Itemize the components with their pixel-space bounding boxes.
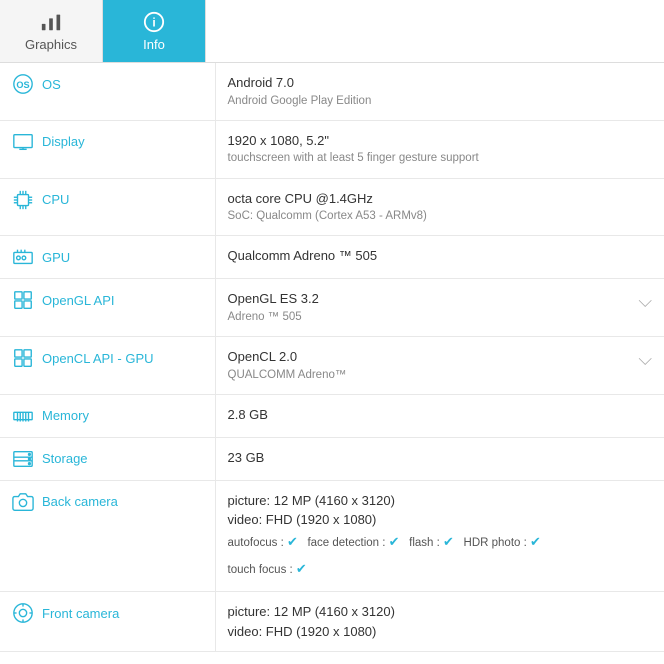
table-row: OpenGL API OpenGL ES 3.2 Adreno ™ 505 ⌵ (0, 279, 664, 337)
svg-text:i: i (152, 15, 155, 29)
opengl-chevron-icon[interactable]: ⌵ (638, 291, 652, 312)
table-row: CPU octa core CPU @1.4GHz SoC: Qualcomm … (0, 178, 664, 236)
memory-label: Memory (12, 405, 203, 427)
memory-label-text: Memory (42, 408, 89, 423)
front-camera-value-main: picture: 12 MP (4160 x 3120) (228, 602, 653, 622)
back-camera-label: Back camera (12, 491, 203, 513)
opencl-label-text: OpenCL API - GPU (42, 351, 154, 366)
back-camera-features-line2: touch focus : ✔ (228, 557, 653, 581)
tab-info[interactable]: i Info (103, 0, 206, 62)
os-label-text: OS (42, 77, 61, 92)
storage-label: Storage (12, 448, 203, 470)
back-camera-value-main: picture: 12 MP (4160 x 3120) (228, 491, 653, 511)
table-row: OpenCL API - GPU OpenCL 2.0 QUALCOMM Adr… (0, 337, 664, 395)
gpu-label: GPU (12, 246, 203, 268)
opencl-icon (12, 347, 34, 369)
cpu-label-text: CPU (42, 192, 69, 207)
tab-graphics-label: Graphics (25, 37, 77, 52)
tab-graphics[interactable]: Graphics (0, 0, 103, 62)
front-camera-label: Front camera (12, 602, 203, 624)
display-value-main: 1920 x 1080, 5.2" (228, 131, 653, 151)
gpu-icon (12, 246, 34, 268)
storage-label-text: Storage (42, 451, 88, 466)
memory-value-main: 2.8 GB (228, 405, 653, 425)
flash-check: ✔ (443, 534, 454, 549)
os-value-sub: Android Google Play Edition (228, 93, 653, 110)
cpu-icon (12, 189, 34, 211)
table-row: GPU Qualcomm Adreno ™ 505 (0, 236, 664, 279)
opengl-value-sub: Adreno ™ 505 (228, 309, 319, 326)
cpu-label: CPU (12, 189, 203, 211)
os-label: OS OS (12, 73, 203, 95)
display-value-sub: touchscreen with at least 5 finger gestu… (228, 150, 653, 167)
tab-info-label: Info (143, 37, 165, 52)
opencl-label: OpenCL API - GPU (12, 347, 203, 369)
gpu-label-text: GPU (42, 250, 70, 265)
table-row: Memory 2.8 GB (0, 394, 664, 437)
display-icon (12, 131, 34, 153)
opengl-label-text: OpenGL API (42, 293, 115, 308)
front-camera-video: video: FHD (1920 x 1080) (228, 622, 653, 642)
table-row: OS OS Android 7.0 Android Google Play Ed… (0, 63, 664, 120)
back-camera-features-line1: autofocus : ✔ face detection : ✔ flash :… (228, 530, 653, 554)
opencl-value-main: OpenCL 2.0 (228, 347, 347, 367)
cpu-value-main: octa core CPU @1.4GHz (228, 189, 653, 209)
touch-focus-check: ✔ (296, 561, 307, 576)
info-table: OS OS Android 7.0 Android Google Play Ed… (0, 63, 664, 652)
os-icon: OS (12, 73, 34, 95)
back-camera-label-text: Back camera (42, 494, 118, 509)
table-row: Display 1920 x 1080, 5.2" touchscreen wi… (0, 120, 664, 178)
front-camera-label-text: Front camera (42, 606, 119, 621)
svg-text:OS: OS (16, 80, 29, 90)
tabs-bar: Graphics i Info (0, 0, 664, 63)
opengl-value-main: OpenGL ES 3.2 (228, 289, 319, 309)
cpu-value-sub: SoC: Qualcomm (Cortex A53 - ARMv8) (228, 208, 653, 225)
face-detection-check: ✔ (389, 534, 400, 549)
front-camera-icon (12, 602, 34, 624)
opengl-value-cell: OpenGL ES 3.2 Adreno ™ 505 ⌵ (228, 289, 653, 326)
info-icon: i (143, 11, 165, 33)
back-camera-video: video: FHD (1920 x 1080) (228, 510, 653, 530)
table-row: Storage 23 GB (0, 437, 664, 480)
opengl-icon (12, 289, 34, 311)
gpu-value-main: Qualcomm Adreno ™ 505 (228, 246, 653, 266)
opencl-value-cell: OpenCL 2.0 QUALCOMM Adreno™ ⌵ (228, 347, 653, 384)
back-camera-icon (12, 491, 34, 513)
storage-value-main: 23 GB (228, 448, 653, 468)
opencl-value-sub: QUALCOMM Adreno™ (228, 367, 347, 384)
storage-icon (12, 448, 34, 470)
autofocus-check: ✔ (287, 534, 298, 549)
hdr-check: ✔ (530, 534, 541, 549)
opengl-label: OpenGL API (12, 289, 203, 311)
os-value-main: Android 7.0 (228, 73, 653, 93)
display-label: Display (12, 131, 203, 153)
memory-icon (12, 405, 34, 427)
display-label-text: Display (42, 134, 85, 149)
table-row: Front camera picture: 12 MP (4160 x 3120… (0, 592, 664, 652)
opencl-chevron-icon[interactable]: ⌵ (638, 349, 652, 370)
graphics-icon (40, 11, 62, 33)
table-row: Back camera picture: 12 MP (4160 x 3120)… (0, 480, 664, 591)
